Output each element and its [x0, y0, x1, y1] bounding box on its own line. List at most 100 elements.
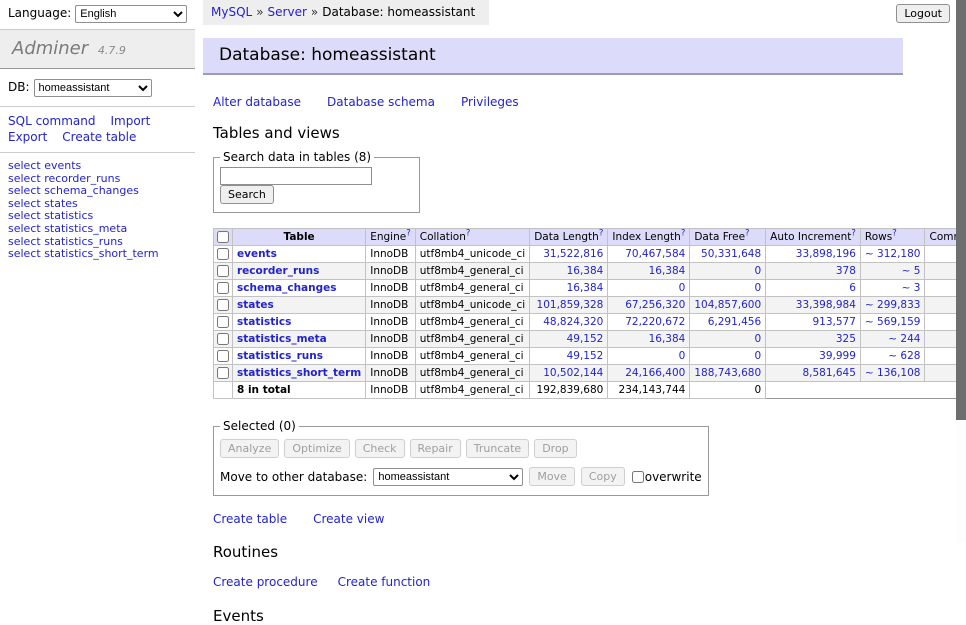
table-link[interactable]: schema_changes [44, 184, 139, 197]
row-checkbox[interactable] [217, 248, 229, 260]
rows-link[interactable]: ~ 136,108 [865, 367, 921, 379]
select-link[interactable]: select [8, 209, 41, 222]
row-checkbox[interactable] [217, 333, 229, 345]
help-icon[interactable]: ? [892, 229, 897, 239]
table-name-link[interactable]: events [237, 248, 277, 260]
index-length-link[interactable]: 72,220,672 [625, 316, 685, 328]
create-view-link[interactable]: Create view [313, 512, 384, 526]
data-free-link[interactable]: 0 [754, 282, 761, 294]
auto-increment-link[interactable]: 39,999 [819, 350, 856, 362]
data-free-link[interactable]: 0 [754, 265, 761, 277]
data-free-link[interactable]: 50,331,648 [701, 248, 761, 260]
auto-increment-link[interactable]: 913,577 [813, 316, 856, 328]
help-icon[interactable]: ? [851, 229, 856, 239]
import-link[interactable]: Import [110, 114, 150, 128]
language-select[interactable]: English [75, 5, 187, 23]
export-link[interactable]: Export [8, 130, 47, 144]
create-table-link[interactable]: Create table [62, 130, 136, 144]
index-length-link[interactable]: 67,256,320 [625, 299, 685, 311]
index-length-link[interactable]: 16,384 [649, 333, 686, 345]
select-link[interactable]: select [8, 197, 41, 210]
data-free-link[interactable]: 104,857,600 [694, 299, 761, 311]
table-link[interactable]: recorder_runs [44, 172, 120, 185]
row-checkbox[interactable] [217, 282, 229, 294]
auto-increment-link[interactable]: 378 [836, 265, 856, 277]
rows-link[interactable]: ~ 569,159 [865, 316, 921, 328]
index-length-link[interactable]: 70,467,584 [625, 248, 685, 260]
index-length-link[interactable]: 24,166,400 [625, 367, 685, 379]
select-link[interactable]: select [8, 222, 41, 235]
help-icon[interactable]: ? [745, 229, 750, 239]
data-free-link[interactable]: 188,743,680 [694, 367, 761, 379]
table-name-link[interactable]: recorder_runs [237, 265, 319, 277]
table-name-link[interactable]: statistics [237, 316, 291, 328]
row-checkbox[interactable] [217, 265, 229, 277]
data-free-link[interactable]: 0 [754, 350, 761, 362]
index-length-link[interactable]: 16,384 [649, 265, 686, 277]
move-database-select[interactable]: homeassistant [373, 468, 523, 486]
row-checkbox[interactable] [217, 316, 229, 328]
table-name-link[interactable]: schema_changes [237, 282, 337, 294]
rows-link[interactable]: ~ 244 [888, 333, 920, 345]
table-link[interactable]: statistics_runs [44, 235, 123, 248]
table-link[interactable]: statistics [44, 209, 93, 222]
breadcrumb-server-link[interactable]: Server [268, 5, 307, 19]
create-procedure-link[interactable]: Create procedure [213, 575, 318, 589]
select-link[interactable]: select [8, 184, 41, 197]
help-icon[interactable]: ? [681, 229, 686, 239]
data-length-link[interactable]: 101,859,328 [537, 299, 604, 311]
auto-increment-link[interactable]: 325 [836, 333, 856, 345]
table-link[interactable]: statistics_meta [44, 222, 127, 235]
select-link[interactable]: select [8, 172, 41, 185]
row-checkbox[interactable] [217, 367, 229, 379]
rows-link[interactable]: ~ 312,180 [865, 248, 921, 260]
row-checkbox[interactable] [217, 350, 229, 362]
data-length-link[interactable]: 49,152 [567, 350, 604, 362]
row-checkbox[interactable] [217, 299, 229, 311]
data-free-link[interactable]: 6,291,456 [708, 316, 761, 328]
data-length-link[interactable]: 49,152 [567, 333, 604, 345]
select-link[interactable]: select [8, 235, 41, 248]
page-scrollbar[interactable] [956, 0, 966, 543]
database-schema-link[interactable]: Database schema [327, 95, 435, 109]
privileges-link[interactable]: Privileges [461, 95, 519, 109]
data-length-link[interactable]: 10,502,144 [543, 367, 603, 379]
help-icon[interactable]: ? [406, 229, 411, 239]
index-length-link[interactable]: 0 [679, 350, 686, 362]
table-link[interactable]: statistics_short_term [44, 247, 158, 260]
rows-link[interactable]: ~ 299,833 [865, 299, 921, 311]
scrollbar-thumb[interactable] [956, 0, 966, 420]
table-name-link[interactable]: states [237, 299, 274, 311]
table-name-link[interactable]: statistics_short_term [237, 367, 361, 379]
auto-increment-link[interactable]: 33,898,196 [796, 248, 856, 260]
table-name-link[interactable]: statistics_meta [237, 333, 327, 345]
select-link[interactable]: select [8, 247, 41, 260]
table-name-link[interactable]: statistics_runs [237, 350, 323, 362]
logout-button[interactable]: Logout [896, 4, 950, 23]
data-free-link[interactable]: 0 [754, 333, 761, 345]
breadcrumb-mysql-link[interactable]: MySQL [211, 5, 252, 19]
help-icon[interactable]: ? [466, 229, 471, 239]
search-button[interactable]: Search [220, 185, 274, 204]
alter-database-link[interactable]: Alter database [213, 95, 301, 109]
auto-increment-link[interactable]: 6 [849, 282, 856, 294]
data-length-link[interactable]: 16,384 [567, 265, 604, 277]
select-all-checkbox[interactable] [217, 231, 229, 243]
auto-increment-link[interactable]: 33,398,984 [796, 299, 856, 311]
data-length-link[interactable]: 48,824,320 [543, 316, 603, 328]
sql-command-link[interactable]: SQL command [8, 114, 95, 128]
rows-link[interactable]: ~ 3 [902, 282, 921, 294]
help-icon[interactable]: ? [599, 229, 604, 239]
select-link[interactable]: select [8, 159, 41, 172]
table-link[interactable]: events [44, 159, 81, 172]
table-link[interactable]: states [44, 197, 78, 210]
create-function-link[interactable]: Create function [338, 575, 431, 589]
create-table-link[interactable]: Create table [213, 512, 287, 526]
data-length-link[interactable]: 31,522,816 [543, 248, 603, 260]
data-length-link[interactable]: 16,384 [567, 282, 604, 294]
auto-increment-link[interactable]: 8,581,645 [802, 367, 855, 379]
rows-link[interactable]: ~ 628 [888, 350, 920, 362]
search-input[interactable] [220, 167, 372, 185]
overwrite-checkbox[interactable] [632, 471, 644, 483]
index-length-link[interactable]: 0 [679, 282, 686, 294]
